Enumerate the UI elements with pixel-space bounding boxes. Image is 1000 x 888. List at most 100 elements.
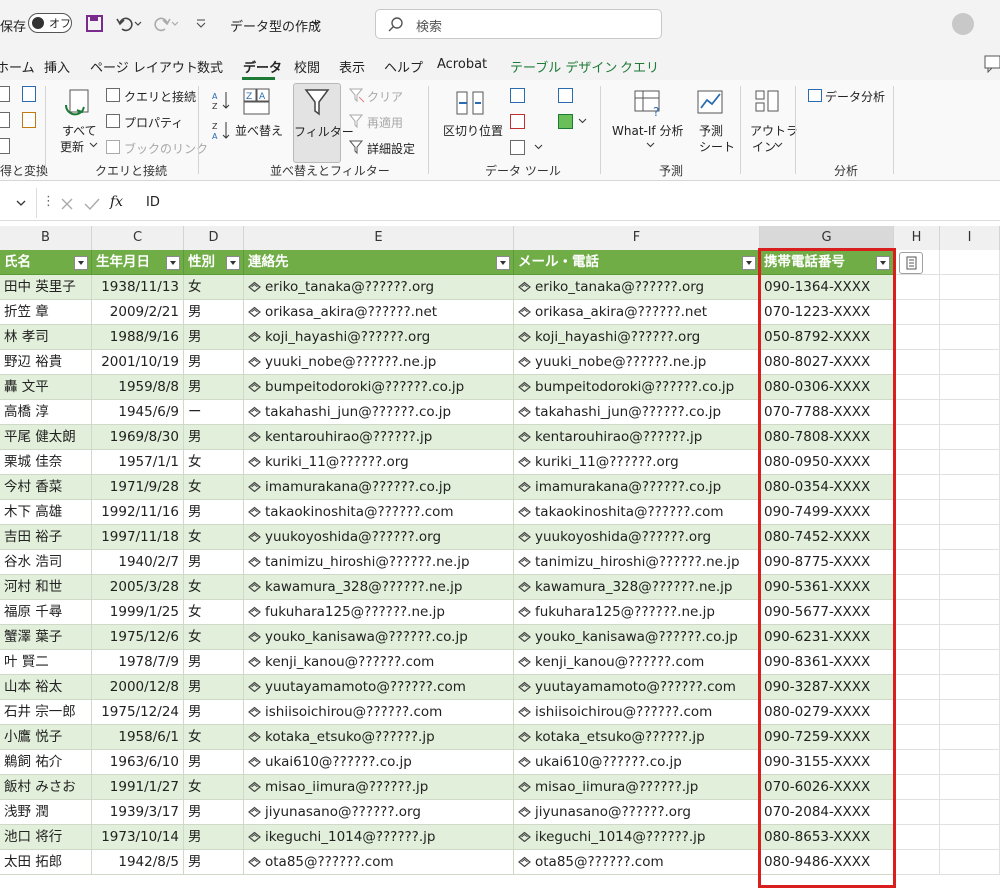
empty-cell[interactable] — [940, 425, 1000, 450]
header-cell-name[interactable]: 氏名 — [0, 250, 92, 275]
cell-contact[interactable]: ukai610@??????.co.jp — [244, 750, 514, 775]
empty-cell[interactable] — [940, 650, 1000, 675]
cell-name[interactable]: 野辺 裕貴 — [0, 350, 92, 375]
tab-formulas[interactable]: 数式 — [197, 57, 223, 76]
empty-cell[interactable] — [940, 275, 1000, 300]
filter-button[interactable]: フィルター — [293, 83, 354, 163]
linked-data-type-icon[interactable] — [518, 531, 531, 542]
empty-cell[interactable] — [894, 650, 940, 675]
formula-bar-grip-icon[interactable]: ⋮ — [42, 194, 55, 209]
cell-gender[interactable]: 女 — [184, 775, 244, 800]
cell-contact[interactable]: takahashi_jun@??????.co.jp — [244, 400, 514, 425]
cell-mobile[interactable]: 070-7788-XXXX — [760, 400, 894, 425]
user-avatar-icon[interactable] — [952, 13, 974, 35]
empty-cell[interactable] — [894, 425, 940, 450]
empty-cell[interactable] — [894, 700, 940, 725]
from-table-icon[interactable] — [0, 138, 10, 154]
empty-cell[interactable] — [894, 375, 940, 400]
cell-contact[interactable]: yuuki_nobe@??????.ne.jp — [244, 350, 514, 375]
advanced-filter-icon[interactable] — [349, 139, 365, 155]
cell-email-phone[interactable]: yuuki_nobe@??????.ne.jp — [514, 350, 760, 375]
empty-cell[interactable] — [894, 500, 940, 525]
cell-contact[interactable]: youko_kanisawa@??????.co.jp — [244, 625, 514, 650]
refresh-all-label-2[interactable]: 更新 — [60, 138, 84, 155]
empty-cell[interactable] — [894, 475, 940, 500]
from-web-icon[interactable] — [0, 112, 10, 128]
cell-name[interactable]: 鵜飼 祐介 — [0, 750, 92, 775]
empty-cell[interactable] — [940, 250, 1000, 275]
cell-birthdate[interactable]: 1942/8/5 — [92, 850, 184, 875]
tab-acrobat[interactable]: Acrobat — [437, 57, 487, 72]
cell-contact[interactable]: yuukoyoshida@??????.org — [244, 525, 514, 550]
cell-gender[interactable]: 男 — [184, 500, 244, 525]
get-data-icon[interactable] — [0, 86, 10, 102]
filter-dropdown-icon[interactable] — [74, 256, 88, 270]
empty-cell[interactable] — [894, 625, 940, 650]
cell-birthdate[interactable]: 1945/6/9 — [92, 400, 184, 425]
linked-data-type-icon[interactable] — [248, 281, 261, 292]
cell-gender[interactable]: 女 — [184, 450, 244, 475]
tab-home[interactable]: ホーム — [0, 57, 35, 76]
cell-email-phone[interactable]: kotaka_etsuko@??????.jp — [514, 725, 760, 750]
chevron-down-icon[interactable] — [578, 118, 587, 125]
cell-mobile[interactable]: 080-9486-XXXX — [760, 850, 894, 875]
cell-mobile[interactable]: 080-7452-XXXX — [760, 525, 894, 550]
cell-mobile[interactable]: 090-7499-XXXX — [760, 500, 894, 525]
empty-cell[interactable] — [940, 750, 1000, 775]
cell-birthdate[interactable]: 1975/12/6 — [92, 625, 184, 650]
filter-dropdown-icon[interactable] — [166, 256, 180, 270]
cell-gender[interactable]: 女 — [184, 600, 244, 625]
linked-data-type-icon[interactable] — [248, 606, 261, 617]
tab-page-layout[interactable]: ページ レイアウト — [90, 57, 198, 76]
properties-button[interactable]: プロパティ — [124, 114, 183, 131]
queries-connections-button[interactable]: クエリと接続 — [124, 88, 196, 105]
linked-data-type-icon[interactable] — [518, 606, 531, 617]
cell-mobile[interactable]: 080-0306-XXXX — [760, 375, 894, 400]
empty-cell[interactable] — [894, 675, 940, 700]
cell-contact[interactable]: fukuhara125@??????.ne.jp — [244, 600, 514, 625]
cell-gender[interactable]: 男 — [184, 650, 244, 675]
refresh-all-label[interactable]: すべて — [62, 122, 97, 139]
cell-mobile[interactable]: 070-6026-XXXX — [760, 775, 894, 800]
filter-dropdown-icon[interactable] — [496, 256, 510, 270]
chevron-down-icon[interactable] — [16, 200, 26, 208]
empty-cell[interactable] — [894, 575, 940, 600]
cell-name[interactable]: 木下 高雄 — [0, 500, 92, 525]
filter-dropdown-icon[interactable] — [876, 256, 890, 270]
empty-cell[interactable] — [940, 525, 1000, 550]
empty-cell[interactable] — [940, 350, 1000, 375]
cell-email-phone[interactable]: orikasa_akira@??????.net — [514, 300, 760, 325]
linked-data-type-icon[interactable] — [248, 706, 261, 717]
cell-birthdate[interactable]: 2001/10/19 — [92, 350, 184, 375]
linked-data-type-icon[interactable] — [518, 756, 531, 767]
cell-gender[interactable]: 女 — [184, 475, 244, 500]
linked-data-type-icon[interactable] — [248, 631, 261, 642]
file-name[interactable]: データ型の作成 — [230, 16, 321, 35]
cell-contact[interactable]: yuutayamamoto@??????.com — [244, 675, 514, 700]
cell-gender[interactable]: 男 — [184, 375, 244, 400]
data-analysis-icon[interactable] — [808, 89, 822, 102]
header-cell-contact[interactable]: 連絡先 — [244, 250, 514, 275]
cell-email-phone[interactable]: takahashi_jun@??????.co.jp — [514, 400, 760, 425]
cell-email-phone[interactable]: tanimizu_hiroshi@??????.ne.jp — [514, 550, 760, 575]
recent-sources-icon[interactable] — [22, 86, 36, 102]
cell-mobile[interactable]: 090-5361-XXXX — [760, 575, 894, 600]
header-cell-gender[interactable]: 性別 — [184, 250, 244, 275]
cell-contact[interactable]: koji_hayashi@??????.org — [244, 325, 514, 350]
header-cell-birthdate[interactable]: 生年月日 — [92, 250, 184, 275]
empty-cell[interactable] — [940, 775, 1000, 800]
outline-label-2[interactable]: イン — [752, 138, 776, 155]
cell-contact[interactable]: kuriki_11@??????.org — [244, 450, 514, 475]
data-validation-icon[interactable] — [510, 140, 525, 155]
outline-label-1[interactable]: アウトラ — [750, 122, 798, 139]
name-box[interactable] — [0, 188, 37, 218]
redo-icon[interactable] — [153, 15, 179, 33]
tab-insert[interactable]: 挿入 — [44, 57, 70, 76]
empty-cell[interactable] — [940, 725, 1000, 750]
header-cell-email-phone[interactable]: メール・電話 — [514, 250, 760, 275]
cell-name[interactable]: 浅野 潤 — [0, 800, 92, 825]
cell-name[interactable]: 高橋 淳 — [0, 400, 92, 425]
cell-mobile[interactable]: 090-5677-XXXX — [760, 600, 894, 625]
column-header-g[interactable]: G — [760, 226, 894, 250]
cell-name[interactable]: 田中 英里子 — [0, 275, 92, 300]
